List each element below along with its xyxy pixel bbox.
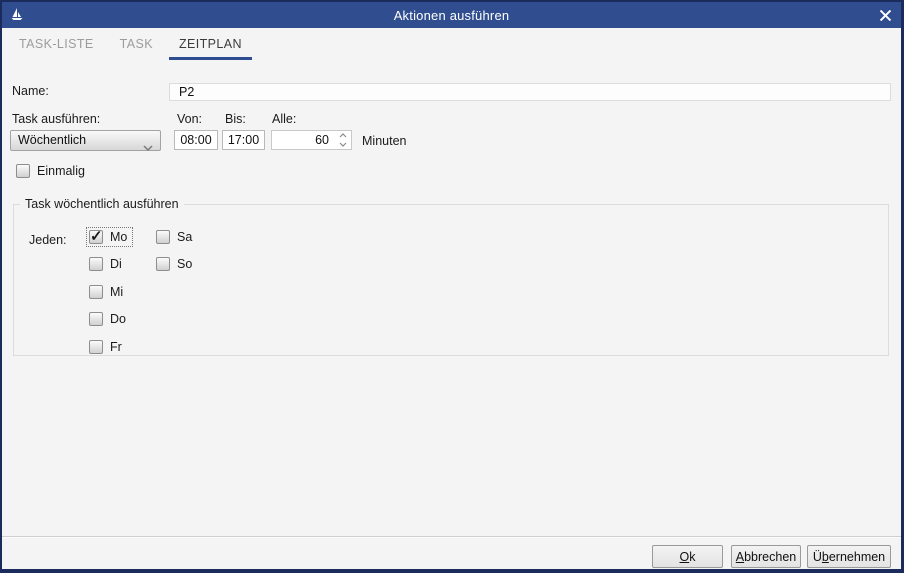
interval-dropdown-value: Wöchentlich bbox=[18, 133, 86, 147]
weekly-groupbox: Task wöchentlich ausführen Jeden: ✓ Mo ✓… bbox=[13, 204, 889, 356]
day-checkbox-so[interactable]: ✓ bbox=[156, 257, 170, 271]
day-checkbox-row-so[interactable]: ✓ So bbox=[153, 254, 198, 274]
day-label: Sa bbox=[177, 230, 192, 244]
jeden-label: Jeden: bbox=[29, 233, 67, 247]
einmalig-checkbox-row[interactable]: ✓ Einmalig bbox=[13, 161, 91, 181]
name-label: Name: bbox=[12, 84, 49, 98]
von-label: Von: bbox=[177, 112, 202, 126]
day-checkbox-row-mo[interactable]: ✓ Mo bbox=[86, 227, 133, 247]
footer-separator-highlight bbox=[2, 537, 901, 538]
day-checkbox-row-mi[interactable]: ✓ Mi bbox=[86, 282, 129, 302]
tab-task[interactable]: TASK bbox=[110, 32, 163, 60]
interval-dropdown[interactable]: Wöchentlich bbox=[10, 130, 161, 151]
day-checkbox-sa[interactable]: ✓ bbox=[156, 230, 170, 244]
chevron-down-icon bbox=[143, 138, 153, 157]
day-checkbox-do[interactable]: ✓ bbox=[89, 312, 103, 326]
day-checkbox-mi[interactable]: ✓ bbox=[89, 285, 103, 299]
day-label: Mo bbox=[110, 230, 127, 244]
day-checkbox-row-do[interactable]: ✓ Do bbox=[86, 309, 132, 329]
check-icon: ✓ bbox=[90, 227, 103, 245]
day-checkbox-row-fr[interactable]: ✓ Fr bbox=[86, 337, 128, 357]
tab-zeitplan[interactable]: ZEITPLAN bbox=[169, 32, 252, 60]
einmalig-checkbox[interactable]: ✓ bbox=[16, 164, 30, 178]
day-checkbox-fr[interactable]: ✓ bbox=[89, 340, 103, 354]
bis-input[interactable] bbox=[222, 130, 265, 150]
alle-spinner bbox=[271, 130, 352, 150]
tab-bar: TASK-LISTE TASK ZEITPLAN bbox=[9, 32, 258, 60]
day-label: Do bbox=[110, 312, 126, 326]
name-input[interactable] bbox=[169, 83, 891, 101]
ok-button[interactable]: Ok bbox=[652, 545, 723, 568]
tab-task-liste[interactable]: TASK-LISTE bbox=[9, 32, 104, 60]
spinner-up-icon[interactable] bbox=[336, 131, 349, 140]
day-checkbox-mo[interactable]: ✓ bbox=[89, 230, 103, 244]
day-checkbox-di[interactable]: ✓ bbox=[89, 257, 103, 271]
spinner-down-icon[interactable] bbox=[336, 140, 349, 149]
bis-label: Bis: bbox=[225, 112, 246, 126]
day-checkbox-row-di[interactable]: ✓ Di bbox=[86, 254, 128, 274]
weekly-groupbox-title: Task wöchentlich ausführen bbox=[20, 197, 184, 211]
title-bar: Aktionen ausführen bbox=[2, 2, 901, 28]
von-input[interactable] bbox=[174, 130, 218, 150]
dialog-content: TASK-LISTE TASK ZEITPLAN Name: Task ausf… bbox=[2, 28, 901, 569]
day-label: Di bbox=[110, 257, 122, 271]
minuten-label: Minuten bbox=[362, 134, 406, 148]
window-title: Aktionen ausführen bbox=[2, 8, 901, 23]
close-icon[interactable] bbox=[876, 6, 894, 24]
day-checkbox-row-sa[interactable]: ✓ Sa bbox=[153, 227, 198, 247]
dialog-window: Aktionen ausführen TASK-LISTE TASK ZEITP… bbox=[0, 0, 904, 573]
day-label: Mi bbox=[110, 285, 123, 299]
day-label: So bbox=[177, 257, 192, 271]
einmalig-label: Einmalig bbox=[37, 164, 85, 178]
task-exec-label: Task ausführen: bbox=[12, 112, 100, 126]
day-label: Fr bbox=[110, 340, 122, 354]
alle-label: Alle: bbox=[272, 112, 296, 126]
apply-button[interactable]: Übernehmen bbox=[807, 545, 891, 568]
cancel-button[interactable]: Abbrechen bbox=[731, 545, 801, 568]
